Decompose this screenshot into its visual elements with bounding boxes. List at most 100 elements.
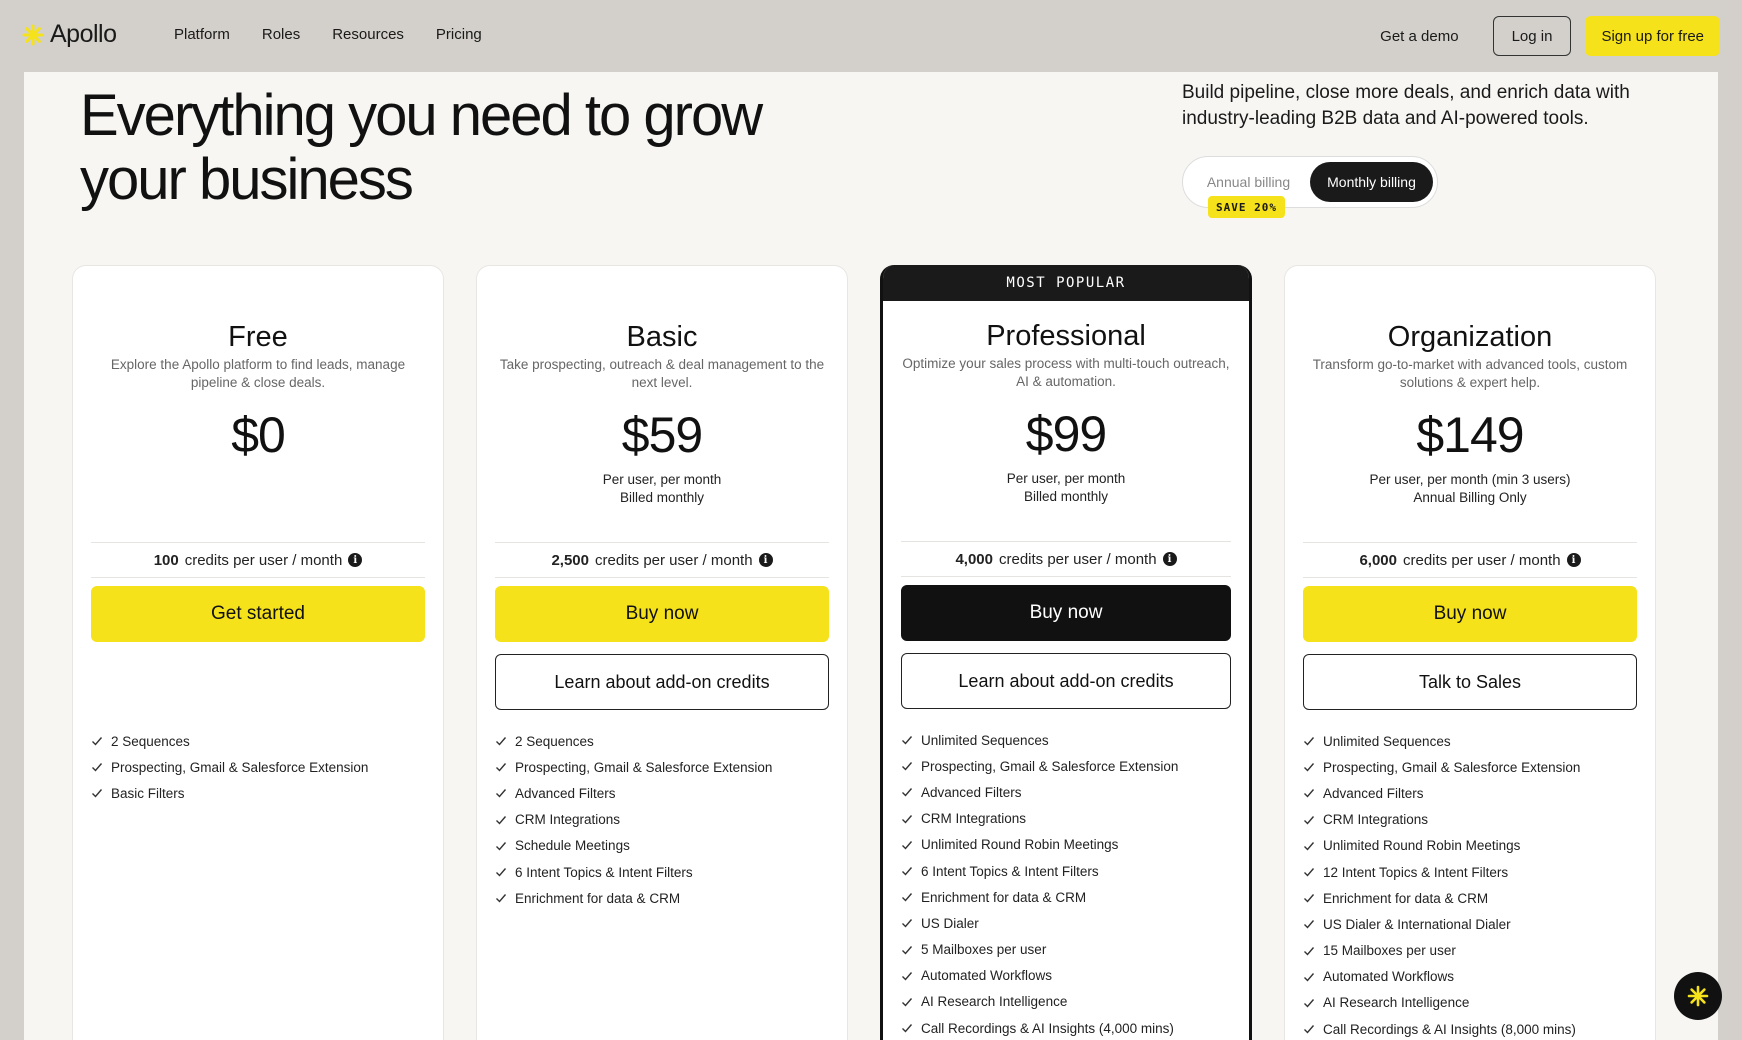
feature-item: 6 Intent Topics & Intent Filters [901, 858, 1231, 884]
feature-label: Prospecting, Gmail & Salesforce Extensio… [111, 759, 369, 775]
plan-price: $59 [621, 407, 703, 463]
price-note: Per user, per month Billed monthly [477, 471, 847, 507]
feature-item: Call Recordings & AI Insights (4,000 min… [901, 1015, 1231, 1040]
brand-name: Apollo [50, 20, 117, 48]
feature-item: Prospecting, Gmail & Salesforce Extensio… [91, 754, 425, 780]
price-note-line: Billed monthly [1023, 489, 1109, 504]
feature-label: Automated Workflows [921, 968, 1053, 984]
check-icon [496, 815, 507, 825]
check-icon [1304, 894, 1315, 903]
check-icon [902, 893, 913, 902]
feature-item: Unlimited Sequences [901, 727, 1231, 753]
check-icon [1304, 946, 1315, 956]
nav-link-platform[interactable]: Platform [174, 26, 230, 43]
feature-label: CRM Integrations [1323, 812, 1429, 828]
apollo-asterisk-icon [1687, 985, 1709, 1007]
credits-suffix: credits per user / month [594, 551, 753, 569]
feature-label: US Dialer [921, 915, 979, 931]
plan-name: Free [228, 321, 288, 353]
feature-label: CRM Integrations [515, 812, 621, 828]
credits-amount: 2,500 [551, 551, 589, 569]
feature-item: Automated Workflows [901, 963, 1231, 989]
apollo-logo[interactable]: Apollo [22, 20, 117, 49]
plan-credits: 2,500 credits per user / month i [495, 542, 829, 578]
feature-label: Unlimited Sequences [921, 732, 1049, 748]
check-icon [496, 737, 507, 746]
signup-button[interactable]: Sign up for free [1585, 16, 1720, 56]
feature-item: Prospecting, Gmail & Salesforce Extensio… [495, 754, 829, 780]
feature-item: Unlimited Sequences [1303, 728, 1637, 754]
feature-label: Enrichment for data & CRM [921, 889, 1087, 905]
price-note: Per user, per month Billed monthly [883, 470, 1249, 506]
check-icon [902, 788, 913, 797]
feature-label: 12 Intent Topics & Intent Filters [1323, 864, 1509, 880]
feature-item: Enrichment for data & CRM [1303, 885, 1637, 911]
feature-item: Call Recordings & AI Insights (8,000 min… [1303, 1016, 1637, 1040]
check-icon [496, 789, 507, 798]
feature-item: 15 Mailboxes per user [1303, 938, 1637, 964]
feature-item: Schedule Meetings [495, 833, 829, 859]
plan-credits: 100 credits per user / month i [91, 542, 425, 578]
credits-amount: 6,000 [1359, 551, 1397, 569]
info-icon[interactable]: i [348, 553, 363, 567]
feature-item: 5 Mailboxes per user [901, 937, 1231, 963]
feature-item: US Dialer [901, 910, 1231, 936]
price-note-line: Per user, per month (min 3 users) [1369, 472, 1571, 487]
monthly-billing-option[interactable]: Monthly billing [1310, 162, 1433, 202]
add-on-credits-button[interactable]: Learn about add-on credits [901, 653, 1231, 709]
credits-suffix: credits per user / month [184, 551, 343, 569]
check-icon [902, 840, 913, 850]
check-icon [1304, 920, 1315, 929]
info-icon[interactable]: i [758, 553, 773, 567]
feature-item: AI Research Intelligence [1303, 990, 1637, 1016]
check-icon [902, 736, 913, 745]
buy-now-button[interactable]: Buy now [1303, 586, 1637, 642]
feature-item: Basic Filters [91, 780, 425, 806]
feature-label: AI Research Intelligence [1323, 995, 1470, 1011]
feature-item: CRM Integrations [495, 807, 829, 833]
check-icon [496, 894, 507, 903]
check-icon [92, 789, 103, 798]
feature-label: AI Research Intelligence [921, 994, 1068, 1010]
add-on-credits-button[interactable]: Learn about add-on credits [495, 654, 829, 710]
get-demo-link[interactable]: Get a demo [1380, 28, 1458, 45]
feature-item: Advanced Filters [495, 780, 829, 806]
check-icon [92, 763, 103, 772]
check-icon [1304, 763, 1315, 772]
feature-label: 15 Mailboxes per user [1323, 943, 1456, 959]
feature-item: CRM Integrations [1303, 807, 1637, 833]
talk-to-sales-button[interactable]: Talk to Sales [1303, 654, 1637, 710]
nav-link-roles[interactable]: Roles [262, 26, 300, 43]
plan-card-basic: Basic Take prospecting, outreach & deal … [476, 265, 848, 1040]
chat-launcher-button[interactable] [1674, 972, 1722, 1020]
feature-list: Unlimited Sequences Prospecting, Gmail & … [901, 727, 1231, 1040]
plan-card-organization: Organization Transform go-to-market with… [1284, 265, 1656, 1040]
feature-label: Call Recordings & AI Insights (8,000 min… [1323, 1021, 1576, 1037]
price-note-line: Per user, per month [1006, 471, 1126, 486]
feature-item: CRM Integrations [901, 806, 1231, 832]
feature-item: Unlimited Round Robin Meetings [1303, 833, 1637, 859]
price-note-line: Billed monthly [619, 490, 705, 505]
login-button[interactable]: Log in [1492, 16, 1572, 56]
nav-link-resources[interactable]: Resources [332, 26, 404, 43]
credits-amount: 4,000 [955, 550, 993, 568]
feature-item: Enrichment for data & CRM [901, 884, 1231, 910]
plan-price: $0 [231, 407, 286, 463]
get-started-button[interactable]: Get started [91, 586, 425, 642]
buy-now-button[interactable]: Buy now [495, 586, 829, 642]
check-icon [902, 998, 913, 1007]
feature-item: Advanced Filters [1303, 780, 1637, 806]
plan-description: Transform go-to-market with advanced too… [1312, 357, 1628, 390]
plan-name: Organization [1387, 321, 1553, 353]
buy-now-button[interactable]: Buy now [901, 585, 1231, 641]
feature-label: 5 Mailboxes per user [921, 942, 1047, 958]
feature-item: Prospecting, Gmail & Salesforce Extensio… [1303, 754, 1637, 780]
nav-link-pricing[interactable]: Pricing [436, 26, 482, 43]
check-icon [902, 919, 913, 928]
check-icon [496, 841, 507, 851]
info-icon[interactable]: i [1162, 552, 1177, 566]
info-icon[interactable]: i [1566, 553, 1581, 567]
plan-description: Optimize your sales process with multi-t… [902, 356, 1230, 389]
price-note-line: Annual Billing Only [1413, 490, 1527, 505]
check-icon [902, 971, 913, 981]
